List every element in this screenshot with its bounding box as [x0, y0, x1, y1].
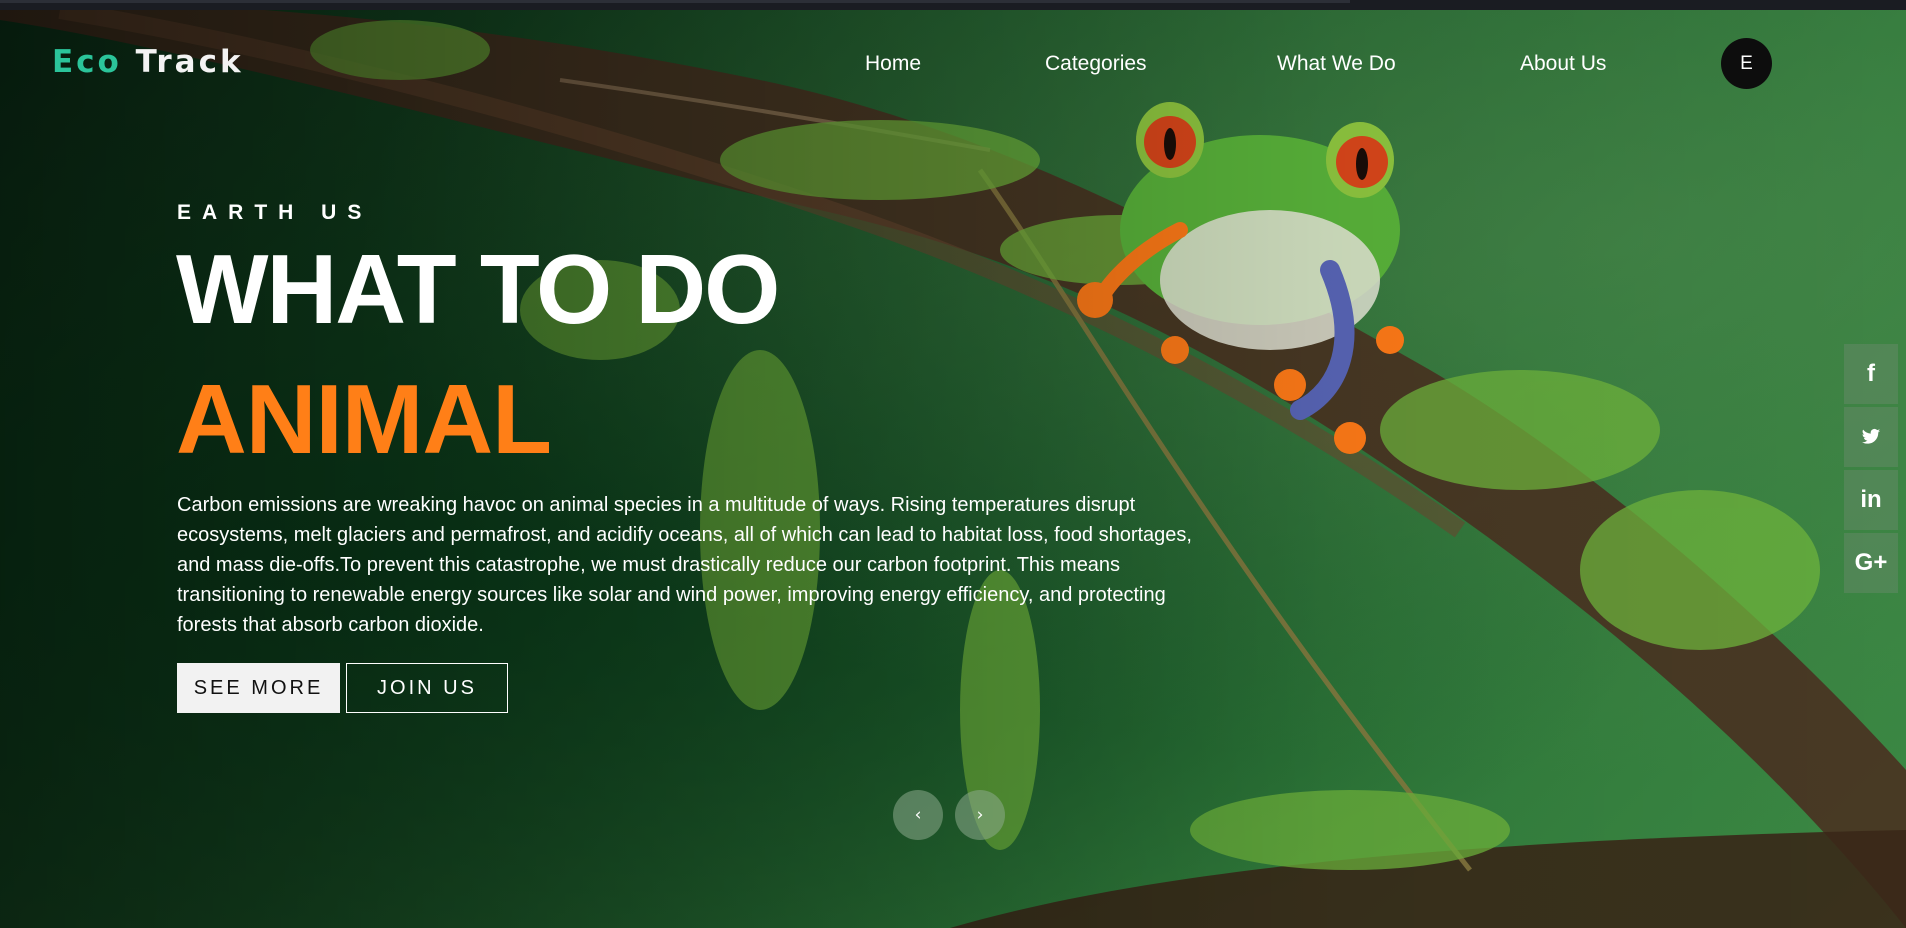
- facebook-link[interactable]: f: [1844, 344, 1898, 404]
- nav-home[interactable]: Home: [865, 52, 921, 76]
- logo-part-eco: Eco: [52, 44, 122, 80]
- twitter-icon: [1861, 428, 1881, 444]
- join-us-button[interactable]: JOIN US: [346, 663, 508, 713]
- logo-part-track: Track: [135, 44, 244, 80]
- hero-description: Carbon emissions are wreaking havoc on a…: [177, 494, 1192, 636]
- site-logo[interactable]: Eco Track: [52, 44, 244, 80]
- slider-next-button[interactable]: ›: [955, 790, 1005, 840]
- social-sidebar: f t in G+: [1844, 344, 1906, 596]
- hero-eyebrow: EARTH US: [177, 201, 373, 224]
- browser-top-bar: [0, 0, 1906, 10]
- nav-what-we-do[interactable]: What We Do: [1277, 52, 1396, 76]
- chevron-left-icon: ‹: [914, 805, 922, 825]
- see-more-button[interactable]: SEE MORE: [177, 663, 340, 713]
- chevron-right-icon: ›: [976, 805, 984, 825]
- facebook-icon: f: [1867, 360, 1875, 387]
- slider-prev-button[interactable]: ‹: [893, 790, 943, 840]
- avatar-initial: E: [1740, 52, 1753, 74]
- google-plus-icon: G+: [1854, 549, 1888, 576]
- hero-headline: WHAT TO DO: [176, 234, 780, 344]
- twitter-link[interactable]: t: [1844, 407, 1898, 467]
- nav-about-us[interactable]: About Us: [1520, 52, 1606, 76]
- linkedin-icon: in: [1860, 486, 1882, 513]
- app-viewport: Eco Track Home Categories What We Do Abo…: [0, 0, 1906, 928]
- linkedin-link[interactable]: in: [1844, 470, 1898, 530]
- googleplus-link[interactable]: G+: [1844, 533, 1898, 593]
- user-avatar[interactable]: E: [1721, 38, 1772, 89]
- nav-categories[interactable]: Categories: [1045, 52, 1147, 76]
- hero-headline-accent: ANIMAL: [176, 364, 552, 474]
- top-bar-strip: [0, 0, 1350, 3]
